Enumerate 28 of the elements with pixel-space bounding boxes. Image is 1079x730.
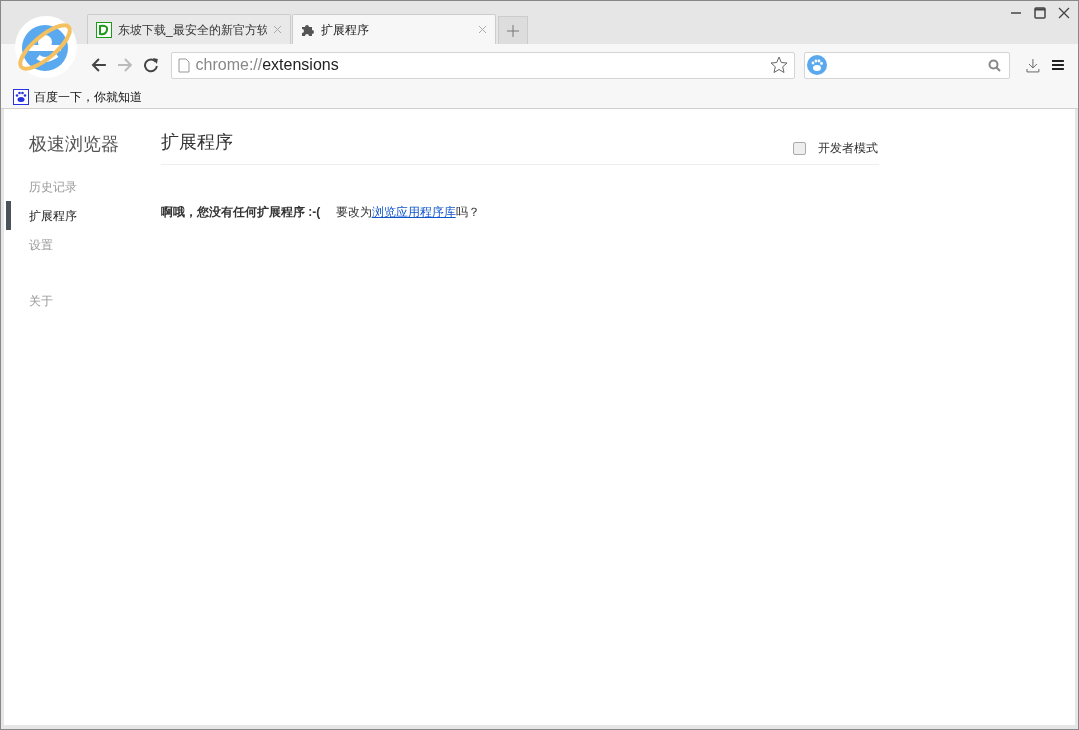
paw-icon <box>13 89 29 105</box>
app-gallery-link[interactable]: 浏览应用程序库 <box>371 205 456 219</box>
url-scheme: chrome:// <box>195 56 263 73</box>
back-arrow-icon[interactable] <box>91 57 107 73</box>
checkbox-label: 开发者模式 <box>818 140 878 157</box>
paw-icon <box>807 55 828 75</box>
download-icon[interactable] <box>1026 57 1041 73</box>
address-bar[interactable]: chrome://extensions <box>170 51 796 79</box>
reload-icon[interactable] <box>142 57 159 73</box>
browser-tab[interactable]: 扩展程序 <box>292 14 496 44</box>
close-icon[interactable] <box>1058 7 1070 19</box>
menu-icon[interactable] <box>1052 59 1064 71</box>
url-path: extensions <box>262 56 339 73</box>
maximize-icon[interactable] <box>1034 7 1046 19</box>
search-icon <box>988 58 1002 72</box>
developer-mode-checkbox[interactable] <box>793 141 806 155</box>
sidebar-title: 极速浏览器 <box>28 133 120 156</box>
page-title: 扩展程序 <box>161 131 233 154</box>
bookmark-link[interactable]: 百度一下，你就知道 <box>13 88 142 106</box>
puzzle-icon <box>301 22 315 37</box>
search-field[interactable] <box>804 51 1011 79</box>
site-logo-icon <box>96 21 112 38</box>
empty-message: 啊哦，您没有任何扩展程序 :-( 要改为浏览应用程序库吗？ <box>161 204 481 221</box>
tab-title: 扩展程序 <box>321 21 370 39</box>
plus-icon <box>507 24 519 37</box>
star-icon[interactable] <box>770 56 789 74</box>
page-icon <box>177 57 190 73</box>
nav-link[interactable]: 扩展程序 <box>29 206 77 225</box>
